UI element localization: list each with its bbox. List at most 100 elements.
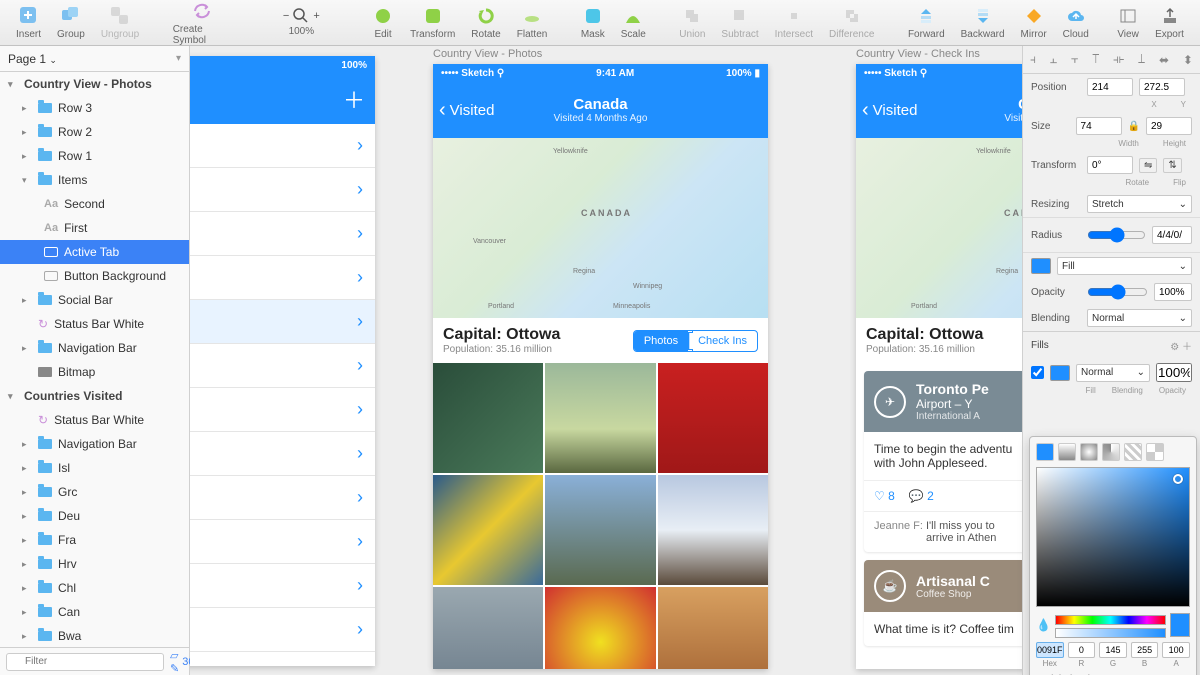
tab-photos[interactable]: Photos xyxy=(634,331,688,351)
backward-button[interactable]: Backward xyxy=(953,5,1013,40)
subtract-button[interactable]: Subtract xyxy=(713,5,766,40)
layer-button-bg[interactable]: Button Background xyxy=(0,264,189,288)
position-x-input[interactable] xyxy=(1087,78,1133,96)
layer-items[interactable]: ▾Items xyxy=(0,168,189,192)
radius-slider[interactable] xyxy=(1087,226,1146,244)
like-button[interactable]: ♡ 8 xyxy=(874,489,895,503)
opacity-input[interactable] xyxy=(1154,283,1192,301)
add-button[interactable]: ＋ xyxy=(343,83,365,115)
align-middle-icon[interactable]: ⟛ xyxy=(1113,52,1124,67)
fill-enable-checkbox[interactable] xyxy=(1031,366,1044,379)
rotate-button[interactable]: Rotate xyxy=(463,5,508,40)
layer-can[interactable]: ▸Can xyxy=(0,600,189,624)
photo-thumb[interactable] xyxy=(433,587,543,669)
layer-deu[interactable]: ▸Deu xyxy=(0,504,189,528)
add-fill-button[interactable]: ＋ xyxy=(1182,342,1192,353)
g-input[interactable] xyxy=(1099,642,1127,658)
align-center-icon[interactable]: ⫠ xyxy=(1050,52,1057,67)
flip-v-icon[interactable]: ⇅ xyxy=(1163,158,1181,173)
r-input[interactable] xyxy=(1068,642,1096,658)
layer-row1[interactable]: ▸Row 1 xyxy=(0,144,189,168)
view-button[interactable]: View xyxy=(1109,5,1147,40)
tabs-control[interactable]: Photos Check Ins xyxy=(633,330,758,352)
canvas[interactable]: •••••100% Map ＋ ›››› › ›››› ››› Country … xyxy=(190,46,1022,675)
align-bottom-icon[interactable]: ⟘ xyxy=(1138,52,1145,67)
artboard-country-photos[interactable]: ••••• Sketch ⚲ 9:41 AM 100% ▮ ‹Visited C… xyxy=(433,64,768,669)
layer-second[interactable]: AaSecond xyxy=(0,192,189,216)
photo-thumb[interactable] xyxy=(658,363,768,473)
checkin-card-coffee[interactable]: ☕ Artisanal CCoffee Shop What time is it… xyxy=(864,560,1022,646)
opacity-slider[interactable] xyxy=(1087,283,1148,301)
hue-slider[interactable] xyxy=(1055,615,1166,625)
layer-active-tab[interactable]: Active Tab xyxy=(0,240,189,264)
layer-bwa[interactable]: ▸Bwa xyxy=(0,624,189,647)
page-selector[interactable]: Page 1 ⌄ ▾ xyxy=(0,46,189,72)
layer-navbar[interactable]: ▸Navigation Bar xyxy=(0,336,189,360)
map-view[interactable]: Yellowknife CANADA Vancouver Regina Winn… xyxy=(433,138,768,318)
layer-hrv[interactable]: ▸Hrv xyxy=(0,552,189,576)
fill-opacity-input[interactable] xyxy=(1156,363,1192,382)
layers-section-country-photos[interactable]: ▾Country View - Photos xyxy=(0,72,189,96)
layer-bitmap[interactable]: Bitmap xyxy=(0,360,189,384)
fill-type-select[interactable]: Fill⌄ xyxy=(1057,257,1192,275)
position-y-input[interactable] xyxy=(1139,78,1185,96)
layer-grc[interactable]: ▸Grc xyxy=(0,480,189,504)
intersect-button[interactable]: Intersect xyxy=(767,5,821,40)
alpha-slider[interactable] xyxy=(1055,628,1166,638)
distribute-h-icon[interactable]: ⬌ xyxy=(1159,53,1169,67)
layers-section-countries[interactable]: ▾Countries Visited xyxy=(0,384,189,408)
zoom-control[interactable]: −+ 100% xyxy=(265,8,338,37)
height-input[interactable] xyxy=(1146,117,1192,135)
group-button[interactable]: Group xyxy=(49,5,93,40)
distribute-v-icon[interactable]: ⬍ xyxy=(1183,53,1193,67)
layer-status-bar2[interactable]: ↻Status Bar White xyxy=(0,408,189,432)
b-input[interactable] xyxy=(1131,642,1159,658)
scale-button[interactable]: Scale xyxy=(613,5,654,40)
difference-button[interactable]: Difference xyxy=(821,5,882,40)
align-left-icon[interactable]: ⫞ xyxy=(1030,52,1036,67)
rotate-input[interactable] xyxy=(1087,156,1133,174)
align-controls[interactable]: ⫞⫠⫟ ⟙⟛⟘ ⬌⬍ xyxy=(1023,46,1200,74)
color-mode-tabs[interactable] xyxy=(1036,443,1190,461)
insert-button[interactable]: Insert xyxy=(8,5,49,40)
photo-thumb[interactable] xyxy=(658,587,768,669)
map-view[interactable]: Yellowknife CANADA Regina Portland xyxy=(856,138,1022,318)
export-button[interactable]: Export xyxy=(1147,5,1192,40)
cloud-button[interactable]: Cloud xyxy=(1055,5,1097,40)
layer-navbar2[interactable]: ▸Navigation Bar xyxy=(0,432,189,456)
layer-social-bar[interactable]: ▸Social Bar xyxy=(0,288,189,312)
transform-button[interactable]: Transform xyxy=(402,5,463,40)
hex-input[interactable] xyxy=(1036,642,1064,658)
radius-input[interactable] xyxy=(1152,226,1192,244)
width-input[interactable] xyxy=(1076,117,1122,135)
gear-icon[interactable]: ⚙ xyxy=(1170,342,1179,353)
layer-status-bar[interactable]: ↻Status Bar White xyxy=(0,312,189,336)
a-input[interactable] xyxy=(1162,642,1190,658)
blending-select[interactable]: Normal⌄ xyxy=(1087,309,1192,327)
forward-button[interactable]: Forward xyxy=(900,5,953,40)
layer-chl[interactable]: ▸Chl xyxy=(0,576,189,600)
tab-checkins[interactable]: Check Ins xyxy=(688,331,757,351)
resizing-select[interactable]: Stretch⌄ xyxy=(1087,195,1192,213)
edit-button[interactable]: Edit xyxy=(364,5,402,40)
flip-h-icon[interactable]: ⇋ xyxy=(1139,158,1157,173)
layer-fra[interactable]: ▸Fra xyxy=(0,528,189,552)
fill-color-swatch[interactable] xyxy=(1050,365,1070,381)
fill-swatch[interactable] xyxy=(1031,258,1051,274)
fill-blend-select[interactable]: Normal⌄ xyxy=(1076,364,1150,382)
filter-input[interactable] xyxy=(6,653,164,671)
layer-row3[interactable]: ▸Row 3 xyxy=(0,96,189,120)
photo-thumb[interactable] xyxy=(433,363,543,473)
mask-button[interactable]: Mask xyxy=(573,5,613,40)
layer-row2[interactable]: ▸Row 2 xyxy=(0,120,189,144)
photo-thumb[interactable] xyxy=(433,475,543,585)
eyedropper-icon[interactable]: 💧 xyxy=(1036,618,1051,632)
ungroup-button[interactable]: Ungroup xyxy=(93,5,147,40)
flatten-button[interactable]: Flatten xyxy=(509,5,556,40)
checkin-card-airport[interactable]: ✈ Toronto PeAirport – YInternational A T… xyxy=(864,371,1022,552)
align-top-icon[interactable]: ⟙ xyxy=(1092,52,1099,67)
photo-thumb[interactable] xyxy=(658,475,768,585)
lock-icon[interactable]: 🔒 xyxy=(1128,121,1140,132)
color-field[interactable] xyxy=(1036,467,1190,607)
union-button[interactable]: Union xyxy=(671,5,713,40)
